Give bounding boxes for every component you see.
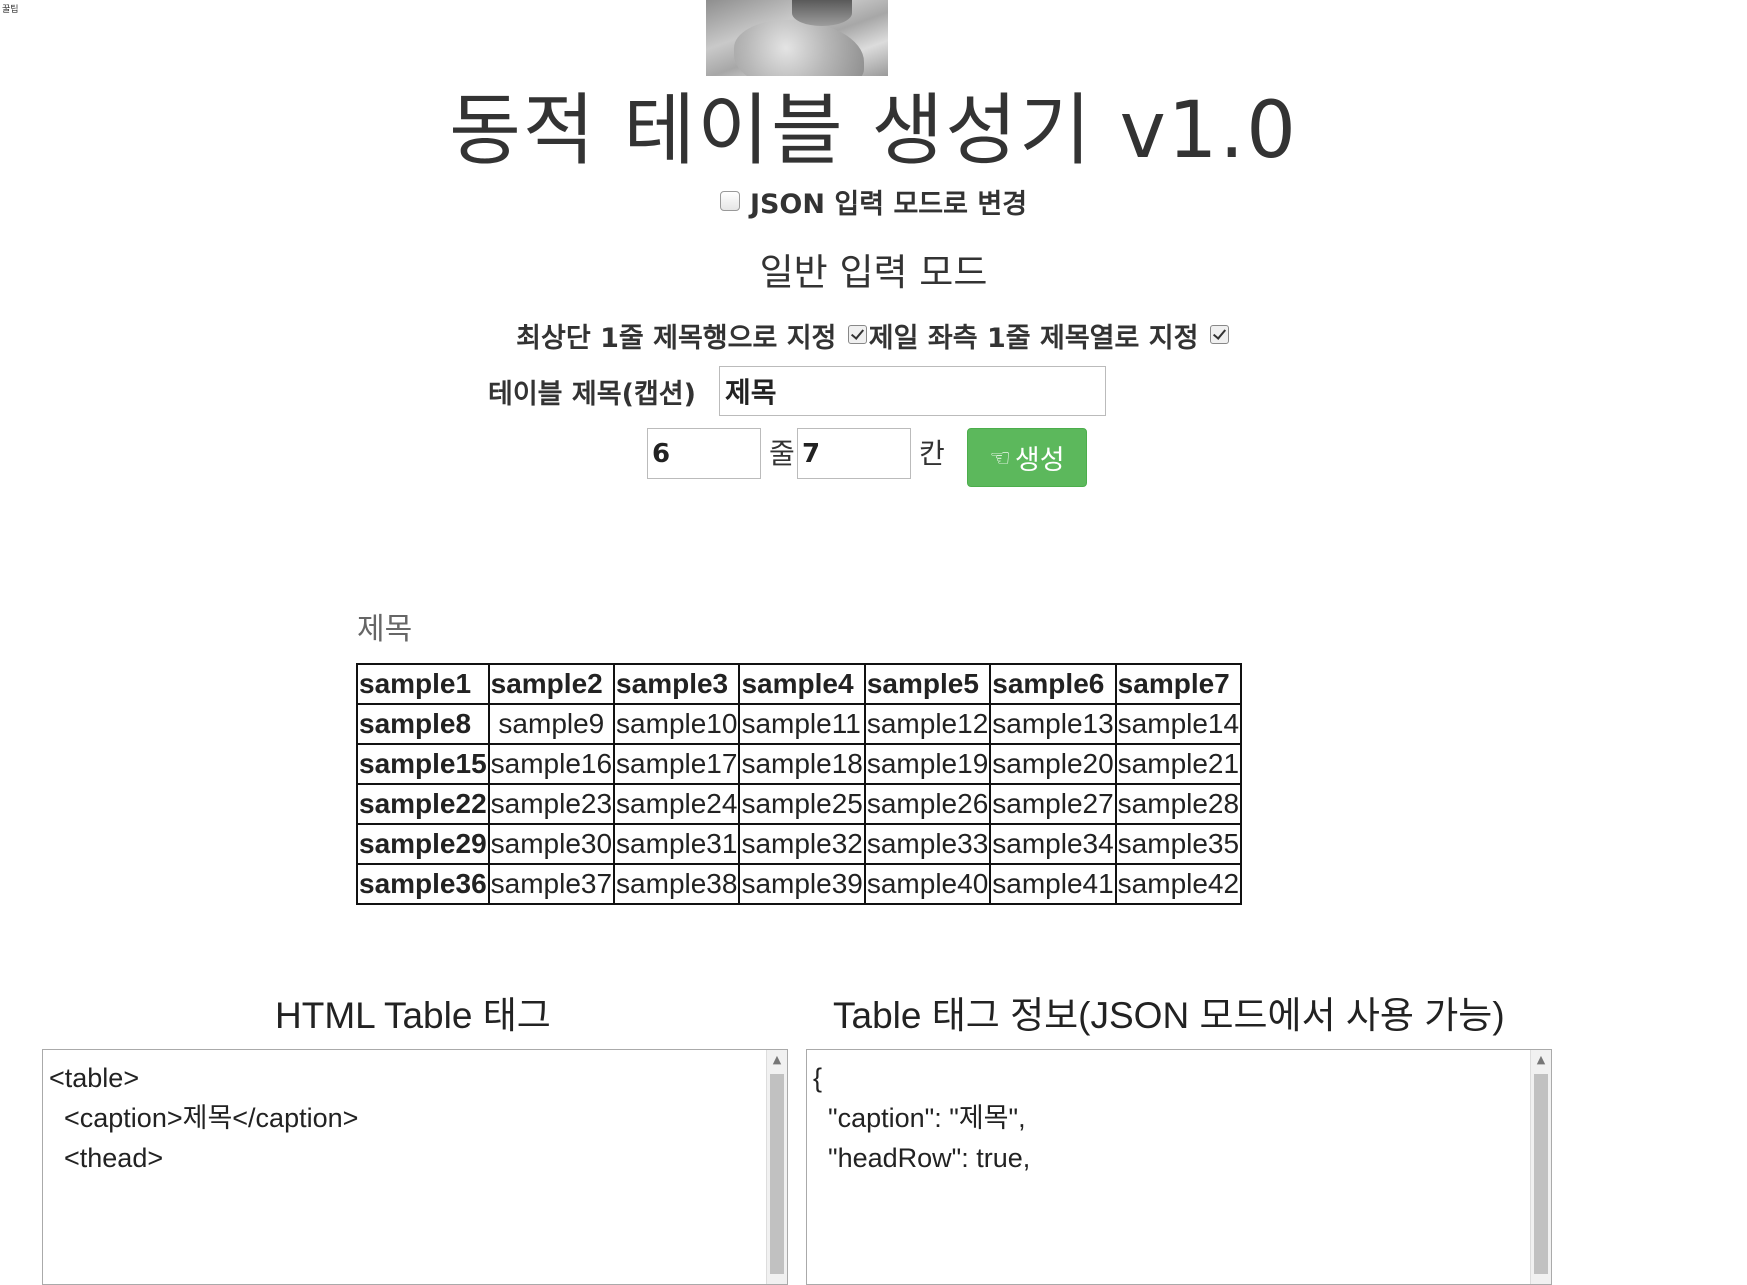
html-code-text: <table> <caption>제목</caption> <thead> (49, 1063, 359, 1173)
table-cell: sample20 (989, 743, 1117, 785)
table-row-header-cell: sample15 (356, 743, 490, 785)
banner-bird-shape (792, 0, 852, 26)
head-col-label: 제일 좌측 1줄 제목열로 지정 (868, 323, 1199, 354)
table-cell: sample21 (1114, 743, 1243, 785)
table-row: sample22 sample23 sample24 sample25 samp… (356, 783, 1243, 825)
json-code-scrollbar[interactable]: ▲ (1530, 1050, 1551, 1284)
json-mode-label: JSON 입력 모드로 변경 (749, 189, 1028, 220)
generate-button-label: 생성 (1014, 445, 1065, 476)
table-cell: sample23 (487, 783, 616, 825)
table-cell: sample38 (613, 863, 741, 905)
html-code-textarea[interactable]: <table> <caption>제목</caption> <thead> ▲ (42, 1049, 788, 1285)
table-row: sample29 sample30 sample31 sample32 samp… (356, 823, 1243, 865)
table-row-header-cell: sample8 (356, 703, 490, 745)
caption-label: 테이블 제목(캡션) (488, 379, 696, 410)
table-row: sample8 sample9 sample10 sample11 sample… (356, 703, 1243, 745)
table-cell: sample31 (613, 823, 741, 865)
table-cell: sample27 (989, 783, 1117, 825)
table-cell: sample25 (738, 783, 866, 825)
table-cell: sample18 (738, 743, 866, 785)
table-cell: sample40 (863, 863, 992, 905)
table-cell: sample26 (863, 783, 992, 825)
table-cell: sample14 (1114, 703, 1243, 745)
table-row-header-cell: sample22 (356, 783, 490, 825)
hand-pointer-icon: ☜ (989, 443, 1011, 472)
json-code-textarea[interactable]: { "caption": "제목", "headRow": true, ▲ (806, 1049, 1552, 1285)
table-cell: sample28 (1114, 783, 1243, 825)
corner-mark: 꿀팁 (2, 5, 19, 15)
scroll-thumb[interactable] (770, 1074, 784, 1274)
table-cell: sample12 (863, 703, 992, 745)
table-header-cell: sample3 (613, 663, 741, 705)
cols-unit-label: 칸 (919, 437, 945, 470)
table-cell: sample11 (738, 703, 866, 745)
table-row: sample36 sample37 sample38 sample39 samp… (356, 863, 1243, 905)
banner-image (706, 0, 888, 76)
page-title: 동적 테이블 생성기 v1.0 (449, 86, 1298, 176)
table-row: sample15 sample16 sample17 sample18 samp… (356, 743, 1243, 785)
head-row-checkbox[interactable] (847, 325, 867, 344)
table-header-cell: sample2 (487, 663, 616, 705)
table-cell: sample13 (989, 703, 1117, 745)
table-cell: sample42 (1114, 863, 1243, 905)
mode-title: 일반 입력 모드 (759, 251, 988, 294)
rows-input[interactable] (647, 428, 761, 479)
scroll-up-icon[interactable]: ▲ (767, 1050, 787, 1070)
json-mode-toggle-row: JSON 입력 모드로 변경 (0, 182, 1747, 221)
table-row-header-cell: sample36 (356, 863, 490, 905)
table-row-header-cell: sample29 (356, 823, 490, 865)
table-cell: sample16 (487, 743, 616, 785)
head-col-checkbox[interactable] (1209, 325, 1229, 344)
table-header-cell: sample4 (738, 663, 866, 705)
scroll-up-icon[interactable]: ▲ (1531, 1050, 1551, 1070)
table-cell: sample41 (989, 863, 1117, 905)
table-cell: sample17 (613, 743, 741, 785)
generate-button[interactable]: ☜ 생성 (967, 428, 1087, 487)
table-cell: sample33 (863, 823, 992, 865)
head-row-label: 최상단 1줄 제목행으로 지정 (516, 323, 837, 354)
table-cell: sample35 (1114, 823, 1243, 865)
result-table: sample1 sample2 sample3 sample4 sample5 … (356, 663, 1243, 905)
json-mode-checkbox[interactable] (719, 191, 740, 211)
json-section-title: Table 태그 정보(JSON 모드에서 사용 가능) (833, 995, 1505, 1036)
html-code-scrollbar[interactable]: ▲ (766, 1050, 787, 1284)
rows-unit-label: 줄 (769, 437, 795, 470)
html-section-title: HTML Table 태그 (275, 995, 551, 1036)
scroll-thumb[interactable] (1534, 1074, 1548, 1274)
table-cell: sample30 (487, 823, 616, 865)
table-header-cell: sample1 (356, 663, 490, 705)
table-cell: sample9 (487, 703, 616, 745)
table-cell: sample24 (613, 783, 741, 825)
table-cell: sample37 (487, 863, 616, 905)
table-cell: sample39 (738, 863, 866, 905)
table-head-row: sample1 sample2 sample3 sample4 sample5 … (356, 663, 1243, 705)
cols-input[interactable] (797, 428, 911, 479)
table-cell: sample10 (613, 703, 741, 745)
table-header-cell: sample6 (989, 663, 1117, 705)
json-code-text: { "caption": "제목", "headRow": true, (813, 1063, 1031, 1173)
table-cell: sample34 (989, 823, 1117, 865)
options-row: 최상단 1줄 제목행으로 지정 제일 좌측 1줄 제목열로 지정 (0, 316, 1747, 355)
table-header-cell: sample7 (1114, 663, 1243, 705)
table-cell: sample32 (738, 823, 866, 865)
table-header-cell: sample5 (863, 663, 992, 705)
table-cell: sample19 (863, 743, 992, 785)
caption-input[interactable] (719, 366, 1106, 416)
table-caption: 제목 (357, 612, 413, 647)
